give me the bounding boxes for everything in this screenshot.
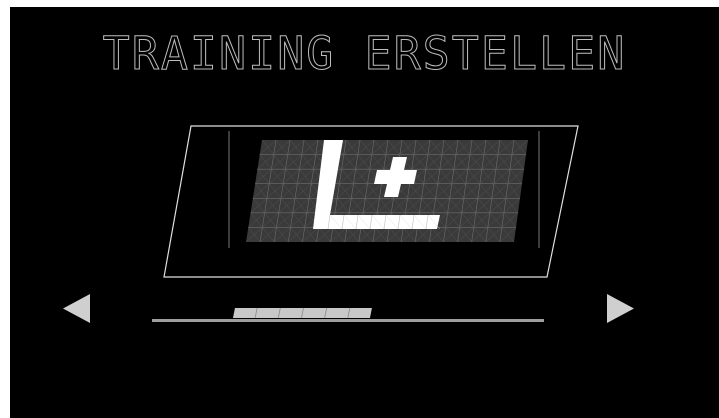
slider-thumb[interactable] [232,307,372,319]
carousel-area [63,125,634,323]
carousel-slider[interactable] [152,307,544,322]
training-card[interactable] [163,125,579,278]
triangle-left-icon[interactable] [63,294,90,323]
slider-track [152,319,544,322]
menu-screen: TRAINING ERSTELLEN [10,7,719,418]
triangle-right-icon[interactable] [607,294,634,323]
